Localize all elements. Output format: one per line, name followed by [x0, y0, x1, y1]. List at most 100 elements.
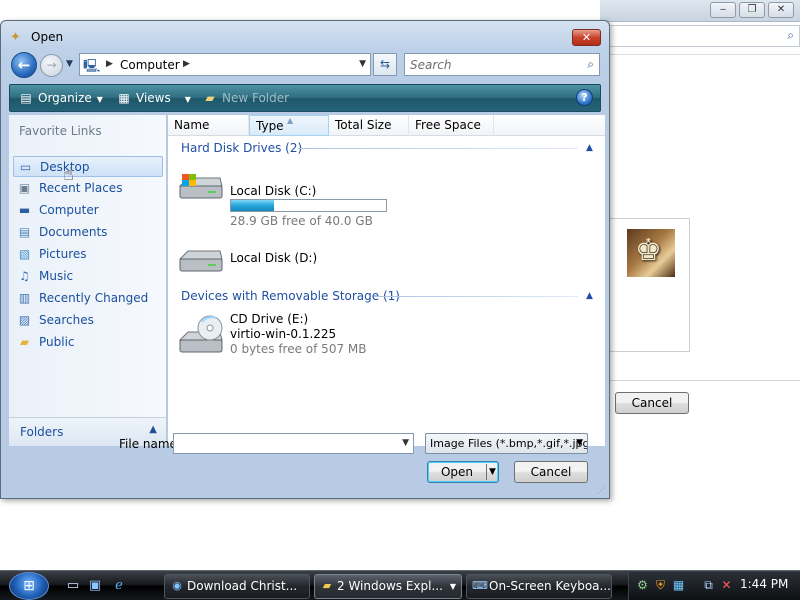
desktop-icon: ▭	[19, 160, 32, 174]
resize-grip-icon[interactable]: ⋰	[597, 486, 605, 495]
drive-d-name[interactable]: Local Disk (D:)	[230, 251, 317, 265]
chevron-down-icon[interactable]: ▼	[576, 434, 583, 453]
organize-button[interactable]: ▤ Organize ▼	[18, 85, 103, 111]
group-header-hard-disk-drives[interactable]: Hard Disk Drives (2)	[181, 141, 302, 155]
hand-cursor-icon: ☝	[63, 164, 74, 185]
windows-defender-icon[interactable]: ▦	[671, 578, 686, 593]
file-type-select[interactable]: Image Files (*.bmp,*.gif,*.jpg,* ▼	[425, 433, 588, 454]
chevron-up-icon[interactable]: ▲	[586, 291, 593, 301]
column-name[interactable]: Name	[168, 115, 249, 136]
views-icon: ▦	[118, 91, 130, 105]
history-dropdown-icon[interactable]: ▼	[66, 59, 73, 69]
cd-drive-label: virtio-win-0.1.225	[230, 327, 337, 341]
cancel-button[interactable]: Cancel	[514, 461, 588, 483]
documents-icon: ▤	[18, 225, 31, 239]
favorite-links-header: Favorite Links	[19, 124, 102, 138]
recently-changed-icon: ▥	[18, 291, 31, 305]
chess-thumbnail[interactable]: ♚	[627, 229, 675, 277]
breadcrumb[interactable]: Computer	[120, 58, 180, 72]
dialog-title: Open	[31, 30, 64, 44]
folders-label: Folders	[20, 425, 64, 439]
sidebar-item-recently-changed[interactable]: ▥ Recently Changed	[13, 288, 163, 309]
show-desktop-icon[interactable]: ▭	[64, 577, 82, 595]
clock[interactable]: 1:44 PM	[740, 577, 788, 591]
start-button[interactable]: ⊞	[9, 572, 49, 600]
hard-drive-d-icon[interactable]	[176, 245, 224, 281]
cd-drive-icon[interactable]	[176, 314, 224, 358]
group-divider	[374, 296, 578, 297]
drive-c-usage-bar	[230, 199, 387, 212]
new-folder-button[interactable]: ▰ New Folder	[202, 85, 289, 111]
help-icon[interactable]: ?	[576, 89, 593, 106]
minimize-button[interactable]: ‒	[710, 2, 736, 18]
back-button[interactable]: ←	[11, 52, 37, 78]
folder-icon: ▰	[322, 579, 332, 592]
chevron-right-icon[interactable]: ▶	[183, 59, 190, 69]
divider	[608, 54, 800, 55]
refresh-button[interactable]: ⇆	[373, 53, 397, 76]
taskbar-button-browser[interactable]: ◉ Download Christ...	[164, 574, 310, 599]
taskbar: ⊞ ▭ ▣ ℯ ◉ Download Christ... ▰ 2 Windows E…	[0, 570, 800, 600]
file-list: Name ▲ Type Total Size Free Space Hard Di…	[168, 115, 605, 446]
maximize-button[interactable]: ❐	[739, 2, 765, 18]
hard-drive-c-icon[interactable]	[176, 170, 224, 206]
forward-button[interactable]: →	[40, 54, 63, 77]
sidebar-item-documents[interactable]: ▤ Documents	[13, 222, 163, 243]
column-free-space[interactable]: Free Space	[409, 115, 494, 136]
sidebar-item-searches[interactable]: ▨ Searches	[13, 310, 163, 331]
volume-muted-icon[interactable]: ✕	[719, 578, 734, 593]
sidebar-item-desktop[interactable]: ▭ Desktop	[13, 156, 163, 177]
search-icon[interactable]: ⌕	[787, 28, 794, 43]
background-cancel-button[interactable]: Cancel	[615, 392, 689, 414]
chevron-up-icon[interactable]: ▲	[149, 424, 157, 435]
cd-drive-name[interactable]: CD Drive (E:)	[230, 312, 308, 326]
column-total-size[interactable]: Total Size	[329, 115, 409, 136]
network-status-icon[interactable]: ⧉	[701, 578, 716, 593]
sidebar-item-computer[interactable]: ▬ Computer	[13, 200, 163, 221]
background-search-box[interactable]: ⌕	[608, 25, 800, 47]
close-button[interactable]: ✕	[572, 29, 601, 46]
open-dialog: ✦ Open ✕ ← → ▼ 🖳 ▶ Computer ▶ ▼ ⇆ Search…	[0, 20, 610, 499]
sidebar-item-public[interactable]: ▰ Public	[13, 332, 163, 353]
file-type-value: Image Files (*.bmp,*.gif,*.jpg,*	[430, 437, 588, 450]
chevron-down-icon[interactable]: ▼	[402, 438, 409, 448]
drive-c-free-space: 28.9 GB free of 40.0 GB	[230, 214, 373, 228]
command-toolbar: ▤ Organize ▼ ▦ Views ▼ ▰ New Folder ?	[9, 84, 601, 112]
taskbar-button-windows-explorer[interactable]: ▰ 2 Windows Expl... ▼	[314, 574, 462, 599]
chevron-down-icon: ▼	[96, 95, 103, 104]
chevron-down-icon: ▼	[184, 95, 191, 104]
chevron-down-icon[interactable]: ▼	[359, 59, 366, 69]
split-divider	[486, 464, 487, 480]
sort-arrow-icon: ▲	[287, 116, 294, 125]
chevron-right-icon[interactable]: ▶	[106, 59, 113, 69]
sidebar-item-pictures[interactable]: ▧ Pictures	[13, 244, 163, 265]
views-button[interactable]: ▦ Views ▼	[116, 85, 191, 111]
search-icon[interactable]: ⌕	[587, 57, 594, 72]
drive-c-name[interactable]: Local Disk (C:)	[230, 184, 316, 198]
column-type[interactable]: ▲ Type	[249, 115, 329, 136]
keyboard-icon: ⌨	[472, 579, 488, 592]
open-file-icon: ✦	[10, 30, 21, 45]
organize-icon: ▤	[20, 91, 32, 105]
sidebar-item-music[interactable]: ♫ Music	[13, 266, 163, 287]
divider	[608, 380, 800, 381]
network-tray-icon[interactable]: ⚙	[635, 578, 650, 593]
address-bar[interactable]: 🖳 ▶ Computer ▶ ▼	[79, 53, 371, 76]
taskbar-button-on-screen-keyboard[interactable]: ⌨ On-Screen Keyboa...	[466, 574, 612, 599]
search-input[interactable]: Search ⌕	[404, 53, 600, 76]
navigation-pane: Favorite Links ▭ Desktop ▣ Recent Places ▬…	[9, 115, 167, 446]
sidebar-item-recent-places[interactable]: ▣ Recent Places	[13, 178, 163, 199]
switch-windows-icon[interactable]: ▣	[86, 577, 104, 595]
computer-icon: ▬	[18, 203, 31, 217]
internet-explorer-icon[interactable]: ℯ	[110, 577, 128, 595]
chevron-up-icon[interactable]: ▲	[586, 143, 593, 153]
music-icon: ♫	[19, 269, 30, 283]
file-name-input[interactable]: ▼	[173, 433, 414, 454]
searches-icon: ▨	[18, 313, 31, 327]
chevron-down-icon[interactable]: ▼	[489, 462, 496, 482]
background-close-button[interactable]: ✕	[768, 2, 794, 18]
security-shield-icon[interactable]: ⛨	[653, 578, 668, 593]
group-header-removable-storage[interactable]: Devices with Removable Storage (1)	[181, 289, 400, 303]
open-button[interactable]: Open ▼	[427, 461, 499, 483]
public-folder-icon: ▰	[19, 335, 30, 349]
